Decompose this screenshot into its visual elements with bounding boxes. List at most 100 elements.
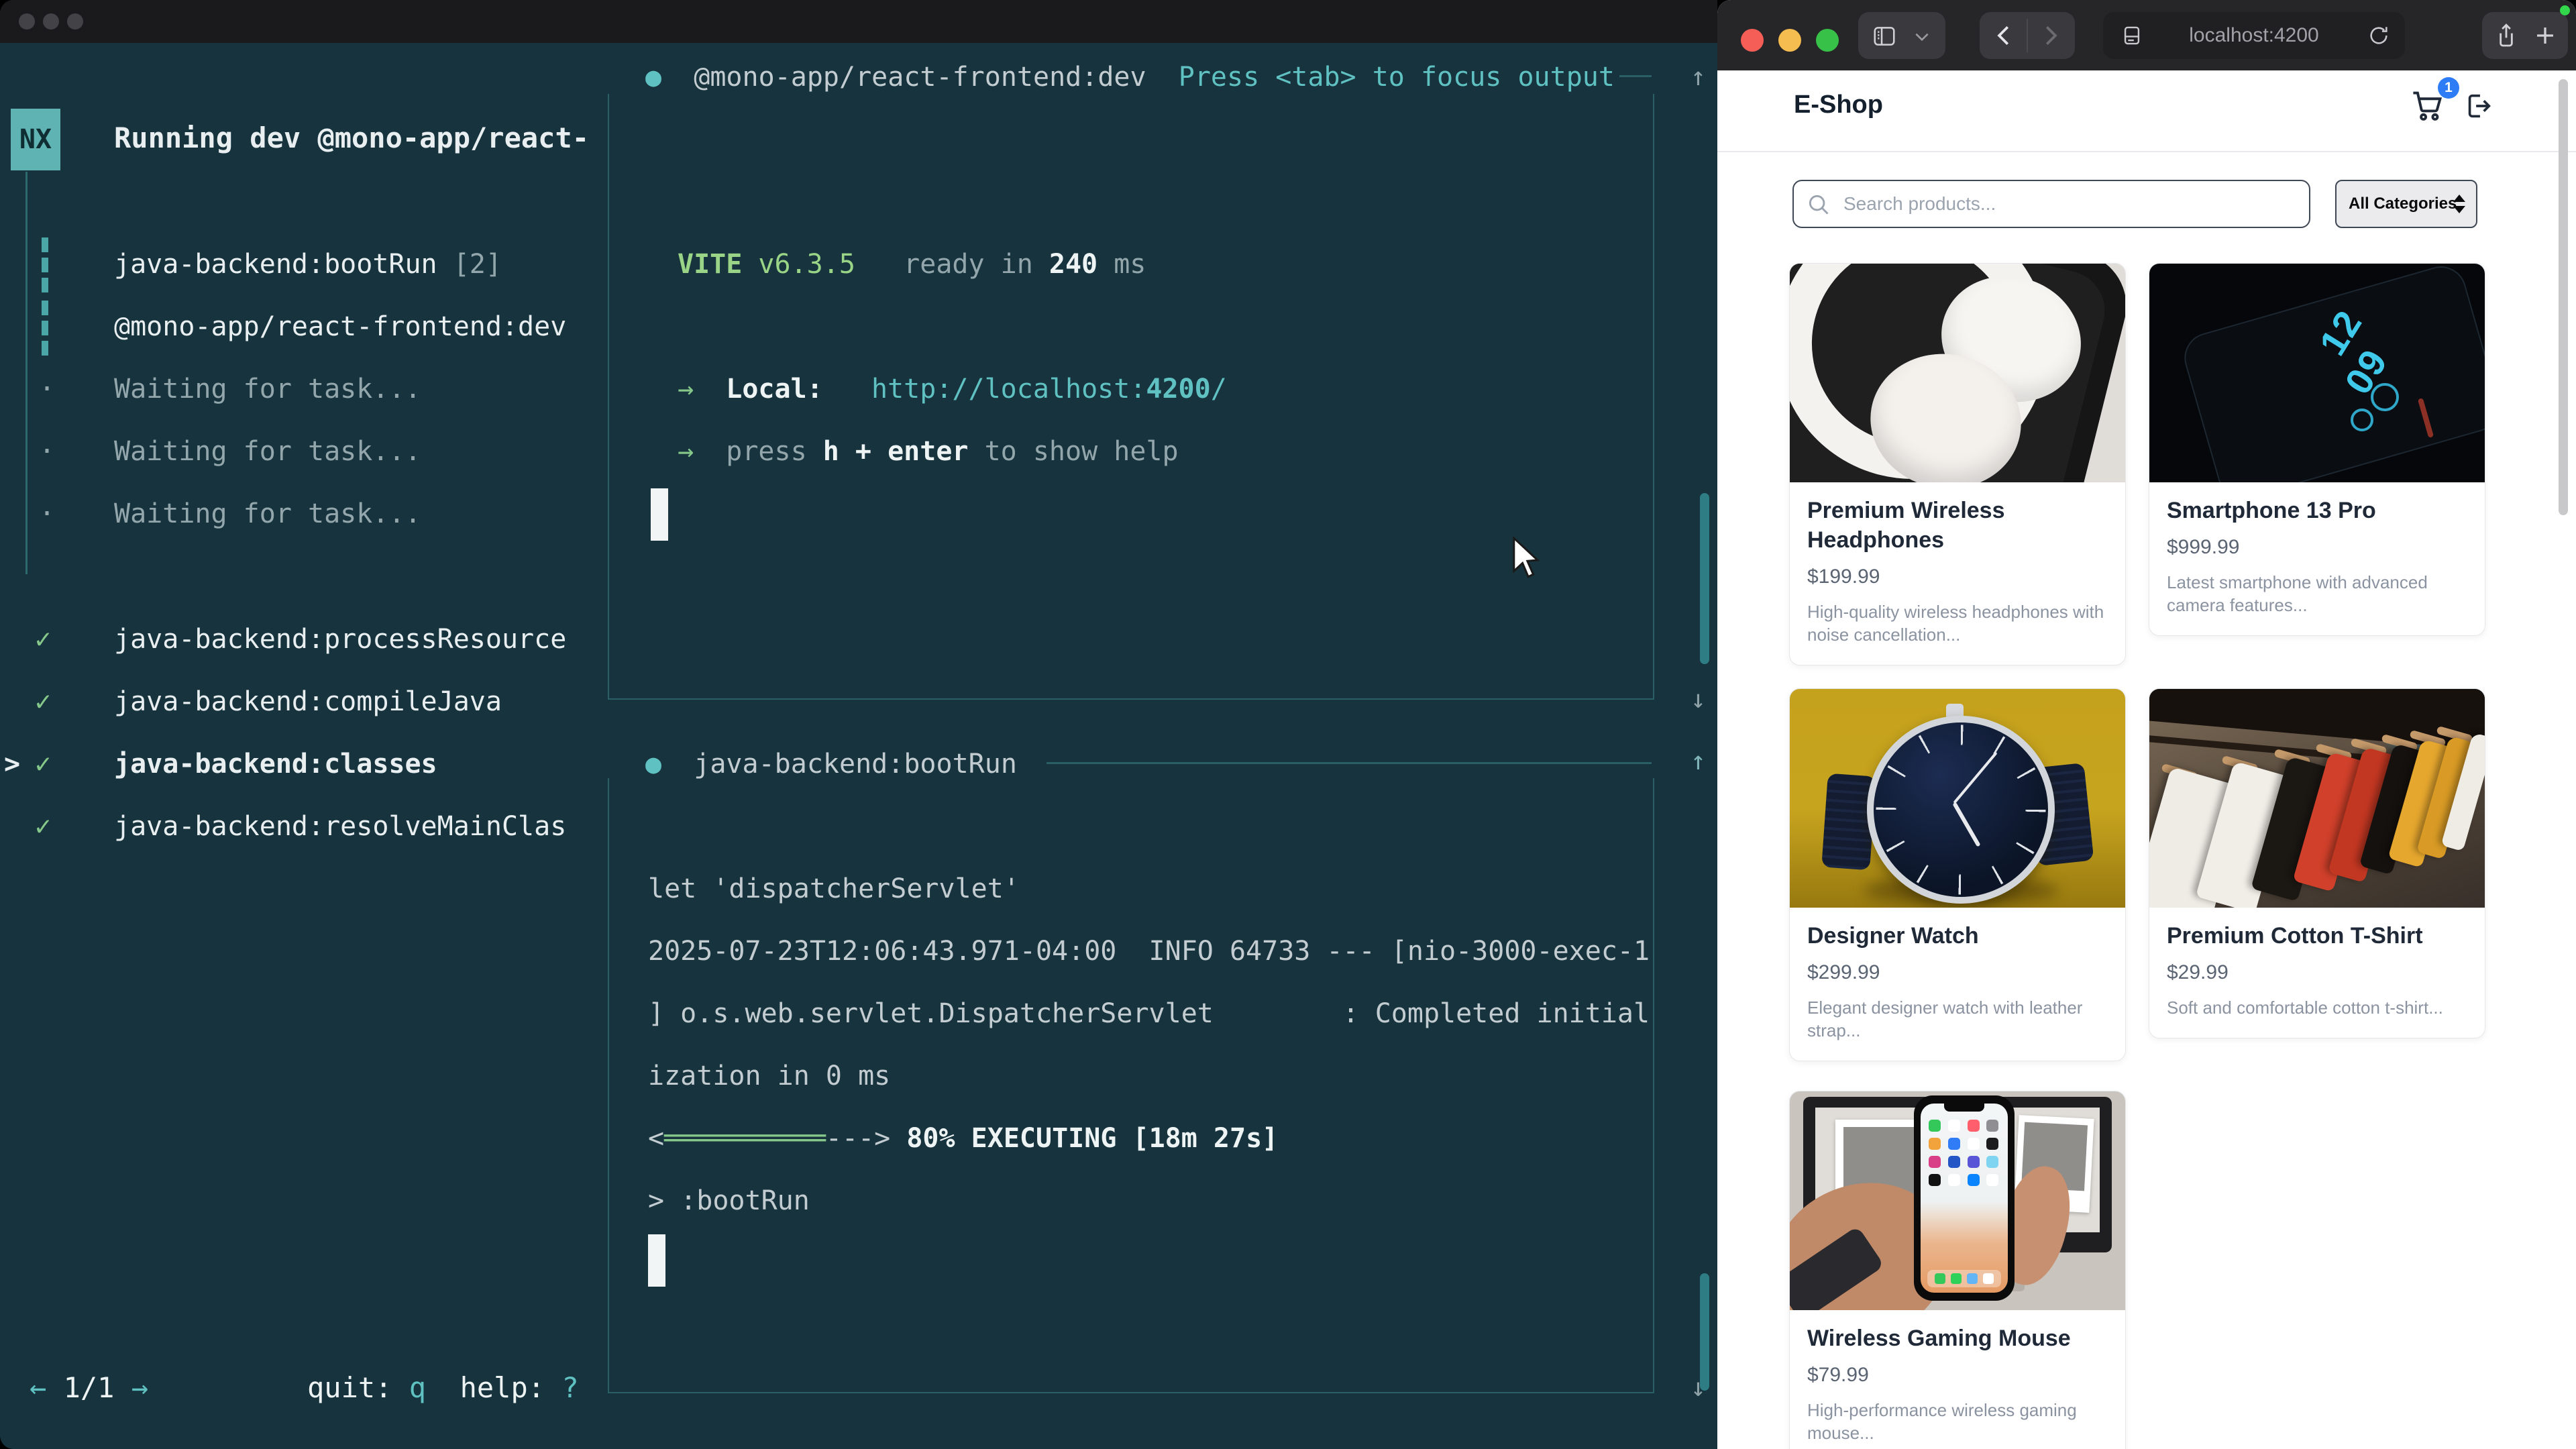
search-icon bbox=[1806, 192, 1831, 217]
window-zoom-button[interactable] bbox=[67, 13, 83, 30]
product-name: Premium Wireless Headphones bbox=[1807, 496, 2108, 555]
phone-app-icons bbox=[1929, 1120, 2000, 1186]
terminal-run-title: Running dev @mono-app/react- bbox=[114, 122, 589, 154]
product-description: High-quality wireless headphones with no… bbox=[1807, 600, 2108, 646]
category-select[interactable]: All Categories bbox=[2335, 180, 2477, 228]
log-line: ] o.s.web.servlet.DispatcherServlet : Co… bbox=[648, 998, 1650, 1030]
vite-ready-line: VITE v6.3.5 ready in 240 ms bbox=[678, 248, 1146, 280]
product-image-watch bbox=[1790, 689, 2125, 908]
statusbar-hints: quit: q help: ? bbox=[307, 1372, 579, 1404]
url-text[interactable]: localhost:4200 bbox=[2103, 12, 2405, 59]
check-icon: ✓ bbox=[35, 623, 51, 655]
browser-toolbar: localhost:4200 bbox=[1717, 0, 2576, 70]
window-minimize-button[interactable] bbox=[1778, 29, 1801, 52]
product-price: $29.99 bbox=[2167, 961, 2467, 984]
product-name: Designer Watch bbox=[1807, 921, 2108, 951]
task-done-classes[interactable]: java-backend:classes bbox=[114, 748, 437, 780]
pane2-title-row[interactable]: ● java-backend:bootRun bbox=[645, 748, 1017, 780]
pane1-scrollbar-thumb[interactable] bbox=[1700, 493, 1709, 664]
log-line: ization in 0 ms bbox=[648, 1060, 890, 1092]
product-card[interactable]: Wireless Gaming Mouse $79.99 High-perfor… bbox=[1789, 1091, 2126, 1449]
toolbar-actions bbox=[2482, 12, 2568, 59]
task-done-resolvemainclas: java-backend:resolveMainClas bbox=[114, 810, 566, 843]
url-bar[interactable]: localhost:4200 bbox=[2103, 12, 2405, 59]
nav-buttons bbox=[1980, 12, 2075, 59]
spinner bbox=[42, 301, 48, 315]
product-description: Soft and comfortable cotton t-shirt... bbox=[2167, 996, 2467, 1019]
chevron-down-icon bbox=[1913, 31, 1931, 43]
category-select-value: All Categories bbox=[2349, 181, 2457, 227]
product-card[interactable]: Premium Wireless Headphones $199.99 High… bbox=[1789, 263, 2126, 665]
shop-header: E-Shop 1 bbox=[1717, 70, 2576, 152]
product-price: $199.99 bbox=[1807, 566, 2108, 588]
product-card[interactable]: 12 09 Smartphone 13 Pro $999.99 Latest s… bbox=[2149, 263, 2485, 636]
selected-task-chevron-icon: > bbox=[4, 748, 20, 780]
logout-icon[interactable] bbox=[2463, 91, 2494, 121]
scroll-down-icon[interactable]: ↓ bbox=[1690, 684, 1706, 714]
task-waiting: · bbox=[39, 373, 55, 405]
task-waiting: · bbox=[39, 435, 55, 468]
scroll-up-icon[interactable]: ↑ bbox=[1690, 746, 1706, 775]
screen-indicator-dot bbox=[2560, 5, 2570, 15]
pane1-title-dash bbox=[1619, 75, 1652, 77]
vite-local-line: → Local: http://localhost:4200/ bbox=[678, 373, 1227, 405]
scroll-down-icon[interactable]: ↓ bbox=[1690, 1373, 1706, 1402]
sidebar-button[interactable] bbox=[1858, 12, 1945, 59]
task-done-processresource: java-backend:processResource bbox=[114, 623, 566, 655]
terminal-titlebar bbox=[0, 0, 1717, 43]
forward-button[interactable] bbox=[2037, 23, 2063, 48]
task-done-compilejava: java-backend:compileJava bbox=[114, 686, 502, 718]
task-waiting-label: Waiting for task... bbox=[114, 435, 421, 468]
check-icon: ✓ bbox=[35, 748, 51, 780]
task-tree-line bbox=[25, 172, 28, 574]
scroll-up-icon[interactable]: ↑ bbox=[1690, 62, 1706, 91]
product-image-smartphone: 12 09 bbox=[2149, 264, 2485, 482]
window-close-button[interactable] bbox=[1741, 29, 1764, 52]
window-minimize-button[interactable] bbox=[43, 13, 59, 30]
new-tab-icon[interactable] bbox=[2533, 23, 2557, 48]
select-arrows-icon bbox=[2453, 206, 2465, 213]
product-description: High-performance wireless gaming mouse..… bbox=[1807, 1399, 2108, 1444]
log-line: let 'dispatcherServlet' bbox=[648, 873, 1020, 905]
reload-icon[interactable] bbox=[2367, 24, 2390, 47]
phone-dock bbox=[1927, 1270, 2001, 1287]
terminal-cursor bbox=[648, 1234, 665, 1287]
shop-title: E-Shop bbox=[1794, 91, 1883, 119]
browser-scrollbar-thumb[interactable] bbox=[2559, 79, 2568, 515]
screen: NX Running dev @mono-app/react- java-bac… bbox=[0, 0, 2576, 1449]
product-price: $79.99 bbox=[1807, 1364, 2108, 1387]
pane2-title-dash bbox=[1046, 762, 1652, 764]
check-icon: ✓ bbox=[35, 810, 51, 843]
cart-count-badge: 1 bbox=[2438, 77, 2459, 99]
select-arrows-icon bbox=[2453, 195, 2465, 202]
window-zoom-button[interactable] bbox=[1816, 29, 1839, 52]
back-button[interactable] bbox=[1992, 23, 2017, 48]
task-running-frontend: @mono-app/react-frontend:dev bbox=[114, 311, 566, 343]
product-image-mouse bbox=[1790, 1091, 2125, 1310]
nx-logo: NX bbox=[11, 109, 60, 170]
sidebar-icon bbox=[1872, 23, 1897, 49]
spinner bbox=[42, 321, 48, 335]
spinner bbox=[42, 278, 48, 292]
product-card[interactable]: Designer Watch $299.99 Elegant designer … bbox=[1789, 688, 2126, 1061]
share-icon[interactable] bbox=[2493, 22, 2520, 49]
window-close-button[interactable] bbox=[19, 13, 35, 30]
terminal-window: NX Running dev @mono-app/react- java-bac… bbox=[0, 0, 1717, 1449]
mouse-cursor bbox=[1511, 537, 1542, 580]
gradle-progress-line: <══════════---> 80% EXECUTING [18m 27s] bbox=[648, 1122, 1278, 1155]
product-image-tshirt bbox=[2149, 689, 2485, 908]
search-input[interactable] bbox=[1792, 180, 2310, 228]
pane1-title-row[interactable]: ● @mono-app/react-frontend:dev Press <ta… bbox=[645, 61, 1615, 93]
product-description: Elegant designer watch with leather stra… bbox=[1807, 996, 2108, 1042]
pager-control[interactable]: ← 1/1 → bbox=[30, 1372, 148, 1404]
log-line: 2025-07-23T12:06:43.971-04:00 INFO 64733… bbox=[648, 935, 1650, 967]
product-name: Wireless Gaming Mouse bbox=[1807, 1324, 2108, 1353]
product-card[interactable]: Premium Cotton T-Shirt $29.99 Soft and c… bbox=[2149, 688, 2485, 1038]
vite-help-line: → press h + enter to show help bbox=[678, 435, 1179, 468]
spinner bbox=[42, 341, 48, 356]
task-waiting-label: Waiting for task... bbox=[114, 498, 421, 530]
gradle-prompt-line: > :bootRun bbox=[648, 1185, 810, 1217]
task-running-bootrun: java-backend:bootRun [2] bbox=[114, 248, 502, 280]
safari-window: localhost:4200 E-Shop 1 All Categories bbox=[1717, 0, 2576, 1449]
spinner bbox=[42, 237, 48, 252]
